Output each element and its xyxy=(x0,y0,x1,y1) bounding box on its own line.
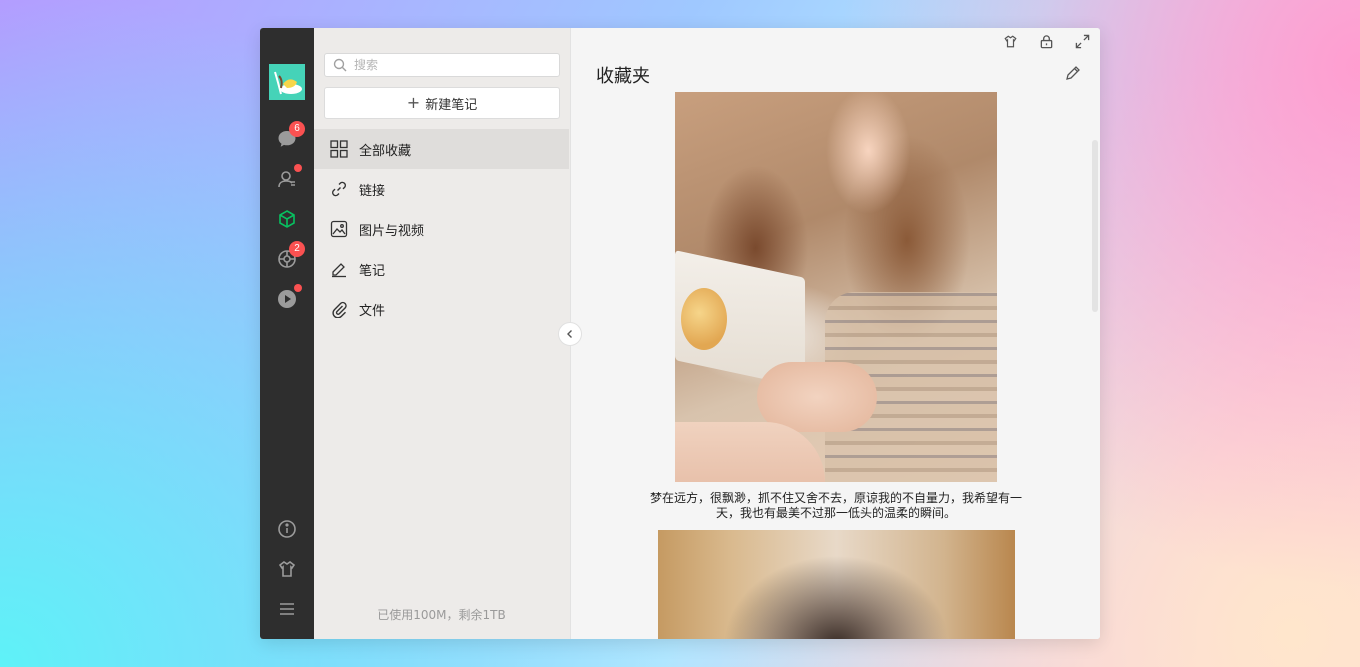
search-box xyxy=(324,53,560,77)
favorite-caption: 梦在远方，很飘渺，抓不住又舍不去，原谅我的不自量力，我希望有一天，我也有最美不过… xyxy=(649,491,1022,520)
search-icon xyxy=(333,58,347,72)
menu-item-images-videos[interactable]: 图片与视频 xyxy=(314,209,569,249)
scrollbar[interactable] xyxy=(1092,140,1098,312)
moments-icon[interactable]: 2 xyxy=(275,241,305,271)
photo-hand-shape xyxy=(757,362,877,432)
menu-item-links[interactable]: 链接 xyxy=(314,169,569,209)
menu-item-label: 链接 xyxy=(359,183,386,199)
edit-pencil-icon[interactable] xyxy=(1064,64,1082,82)
photo-bread-shape xyxy=(681,288,727,350)
video-dot-indicator xyxy=(294,284,302,292)
menu-item-label: 图片与视频 xyxy=(359,223,425,239)
skin-shirt-icon[interactable] xyxy=(1002,33,1018,49)
pen-icon xyxy=(329,259,349,279)
favorites-panel: + 新建笔记 全部收藏 链接 图片与视频 xyxy=(314,28,571,639)
avatar[interactable] xyxy=(269,64,305,100)
contacts-icon[interactable] xyxy=(275,164,302,191)
lock-icon[interactable] xyxy=(1038,33,1054,49)
menu-item-label: 全部收藏 xyxy=(359,143,412,159)
favorites-list[interactable]: 梦在远方，很飘渺，抓不住又舍不去，原谅我的不自量力，我希望有一天，我也有最美不过… xyxy=(571,92,1100,639)
menu-item-label: 文件 xyxy=(359,303,386,319)
content-area: 收藏夹 梦在远方，很飘渺，抓不住又舍不去，原谅我的不自量力，我希望有一天，我也有… xyxy=(571,28,1100,639)
image-icon xyxy=(329,219,349,239)
contacts-dot-indicator xyxy=(294,164,302,172)
paperclip-icon xyxy=(329,299,349,319)
collapse-panel-button[interactable] xyxy=(558,322,582,346)
chat-icon[interactable]: 6 xyxy=(275,121,305,151)
page-title: 收藏夹 xyxy=(596,66,650,87)
left-nav-bar: 6 2 xyxy=(260,28,314,639)
plus-icon: + xyxy=(406,93,421,112)
search-input[interactable] xyxy=(352,57,556,73)
favorites-cube-icon[interactable] xyxy=(275,207,299,231)
favorites-menu: 全部收藏 链接 图片与视频 笔记 文件 xyxy=(314,129,569,329)
grid-icon xyxy=(329,139,349,159)
menu-item-files[interactable]: 文件 xyxy=(314,289,569,329)
shirt-icon[interactable] xyxy=(275,557,299,581)
chat-unread-badge: 6 xyxy=(289,121,305,137)
maximize-icon[interactable] xyxy=(1074,33,1090,49)
menu-icon[interactable] xyxy=(275,597,299,621)
menu-item-label: 笔记 xyxy=(359,263,386,279)
new-note-button[interactable]: + 新建笔记 xyxy=(324,87,560,119)
new-note-label: 新建笔记 xyxy=(425,97,478,113)
info-icon[interactable] xyxy=(275,517,299,541)
favorite-photo-reading-girl[interactable] xyxy=(675,92,997,482)
link-icon xyxy=(329,179,349,199)
chevron-left-icon xyxy=(567,330,572,338)
favorite-photo-portrait[interactable] xyxy=(658,530,1015,639)
menu-item-all-favorites[interactable]: 全部收藏 xyxy=(314,129,569,169)
storage-usage-text: 已使用100M，剩余1TB xyxy=(377,608,506,622)
video-channel-icon[interactable] xyxy=(275,284,302,311)
moments-badge: 2 xyxy=(289,241,305,257)
menu-item-notes[interactable]: 笔记 xyxy=(314,249,569,289)
app-window: 6 2 + xyxy=(260,28,1100,639)
